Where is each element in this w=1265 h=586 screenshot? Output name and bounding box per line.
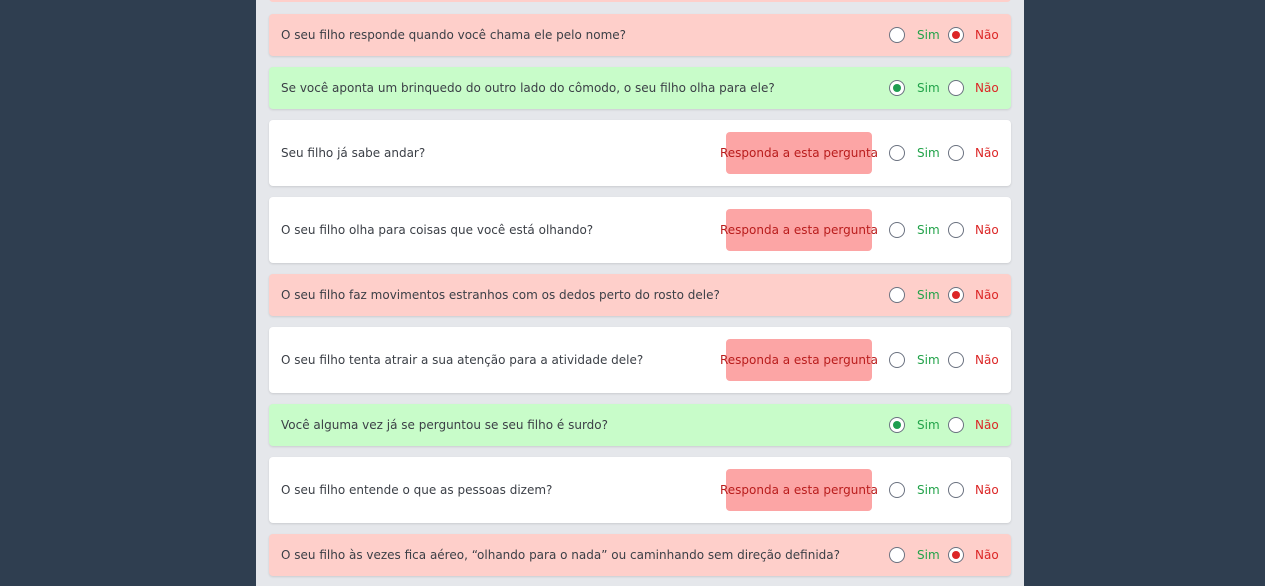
nao-label[interactable]: Não (975, 223, 999, 237)
question-card: O seu filho às vezes fica aéreo, “olhand… (269, 534, 1011, 576)
answer-options: Sim Não (889, 67, 1011, 109)
nao-radio[interactable] (948, 145, 964, 161)
sim-label[interactable]: Sim (917, 418, 940, 432)
nao-label[interactable]: Não (975, 418, 999, 432)
nao-radio[interactable] (948, 417, 964, 433)
previous-question-card (269, 0, 1011, 2)
questionnaire-panel: O seu filho responde quando você chama e… (256, 0, 1024, 586)
answer-options: Sim Não (889, 274, 1011, 316)
sim-label[interactable]: Sim (917, 288, 940, 302)
answer-options: Sim Não (889, 14, 1011, 56)
answer-options: Sim Não (889, 534, 1011, 576)
nao-label[interactable]: Não (975, 353, 999, 367)
answer-options: Sim Não (889, 327, 1011, 393)
nao-radio[interactable] (948, 547, 964, 563)
sim-radio[interactable] (889, 547, 905, 563)
nao-radio[interactable] (948, 27, 964, 43)
answer-required-warning: Responda a esta pergunta (720, 339, 878, 381)
sim-radio[interactable] (889, 145, 905, 161)
question-card: O seu filho faz movimentos estranhos com… (269, 274, 1011, 316)
sim-label[interactable]: Sim (917, 146, 940, 160)
sim-label[interactable]: Sim (917, 28, 940, 42)
sim-radio[interactable] (889, 80, 905, 96)
question-card: Seu filho já sabe andar? Responda a esta … (269, 120, 1011, 186)
answer-options: Sim Não (889, 197, 1011, 263)
question-card: Você alguma vez já se perguntou se seu f… (269, 404, 1011, 446)
answer-required-warning: Responda a esta pergunta (720, 132, 878, 174)
nao-label[interactable]: Não (975, 483, 999, 497)
answer-required-warning: Responda a esta pergunta (720, 469, 878, 511)
question-card: O seu filho responde quando você chama e… (269, 14, 1011, 56)
sim-label[interactable]: Sim (917, 353, 940, 367)
sim-label[interactable]: Sim (917, 81, 940, 95)
sim-radio[interactable] (889, 222, 905, 238)
sim-radio[interactable] (889, 27, 905, 43)
answer-options: Sim Não (889, 404, 1011, 446)
sim-label[interactable]: Sim (917, 483, 940, 497)
sim-label[interactable]: Sim (917, 223, 940, 237)
sim-radio[interactable] (889, 352, 905, 368)
sim-radio[interactable] (889, 417, 905, 433)
nao-radio[interactable] (948, 222, 964, 238)
nao-label[interactable]: Não (975, 146, 999, 160)
nao-label[interactable]: Não (975, 548, 999, 562)
sim-radio[interactable] (889, 287, 905, 303)
nao-label[interactable]: Não (975, 288, 999, 302)
answer-options: Sim Não (889, 120, 1011, 186)
nao-radio[interactable] (948, 482, 964, 498)
answer-options: Sim Não (889, 457, 1011, 523)
nao-radio[interactable] (948, 287, 964, 303)
nao-radio[interactable] (948, 352, 964, 368)
nao-label[interactable]: Não (975, 28, 999, 42)
question-card: Se você aponta um brinquedo do outro lad… (269, 67, 1011, 109)
answer-required-warning: Responda a esta pergunta (720, 209, 878, 251)
nao-label[interactable]: Não (975, 81, 999, 95)
question-card: O seu filho tenta atrair a sua atenção p… (269, 327, 1011, 393)
question-card: O seu filho olha para coisas que você es… (269, 197, 1011, 263)
sim-label[interactable]: Sim (917, 548, 940, 562)
nao-radio[interactable] (948, 80, 964, 96)
sim-radio[interactable] (889, 482, 905, 498)
question-card: O seu filho entende o que as pessoas diz… (269, 457, 1011, 523)
